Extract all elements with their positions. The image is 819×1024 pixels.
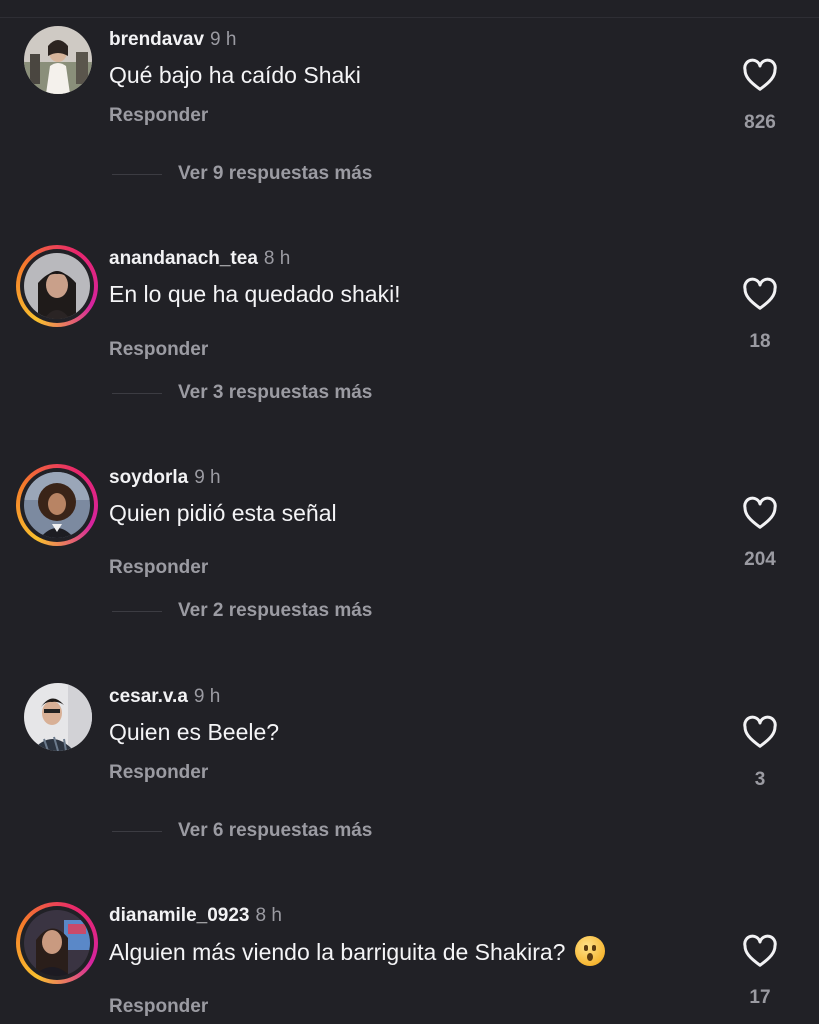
reply-button[interactable]: Responder	[109, 105, 208, 127]
heart-icon	[743, 715, 777, 748]
avatar-with-story-ring[interactable]	[16, 245, 98, 327]
like-count: 826	[744, 112, 776, 133]
avatar-image	[24, 472, 90, 538]
reply-button[interactable]: Responder	[109, 762, 208, 784]
reply-thread-line	[112, 173, 162, 175]
timestamp: 9 h	[194, 467, 221, 488]
like-count: 17	[749, 987, 771, 1008]
like-button[interactable]	[737, 934, 783, 968]
username[interactable]: cesar.v.a	[109, 686, 188, 707]
like-button[interactable]	[737, 715, 783, 749]
comment-text: Alguien más viendo la barriguita de Shak…	[109, 936, 606, 967]
heart-icon	[743, 934, 777, 967]
reply-button[interactable]: Responder	[109, 557, 208, 579]
username[interactable]: brendavav	[109, 29, 204, 50]
comment-item: cesar.v.a 9 h Quien es Beele? Responder 3…	[0, 675, 819, 875]
comment-header: dianamile_0923 8 h	[109, 904, 282, 928]
comment-text: Quien es Beele?	[109, 719, 280, 745]
like-button[interactable]	[737, 496, 783, 530]
reply-thread-line	[112, 610, 162, 612]
heart-icon	[743, 496, 777, 529]
comment-item: soydorla 9 h Quien pidió esta señal Respo…	[0, 456, 819, 656]
avatar-image	[24, 910, 90, 976]
view-more-replies[interactable]: Ver 2 respuestas más	[112, 600, 372, 622]
avatar-image	[24, 26, 92, 94]
username[interactable]: soydorla	[109, 467, 188, 488]
reply-thread-line	[112, 392, 162, 394]
comment-header: anandanach_tea 8 h	[109, 247, 290, 271]
view-more-replies-label: Ver 9 respuestas más	[178, 163, 373, 184]
comment-header: brendavav 9 h	[109, 28, 236, 52]
hushed-face-emoji	[575, 936, 606, 966]
like-count: 18	[749, 331, 771, 352]
heart-icon	[743, 58, 777, 91]
timestamp: 9 h	[210, 29, 237, 50]
comment-header: soydorla 9 h	[109, 466, 221, 490]
avatar-with-story-ring[interactable]	[16, 464, 98, 546]
reply-thread-line	[112, 830, 162, 832]
like-button[interactable]	[737, 58, 783, 92]
timestamp: 8 h	[263, 248, 291, 269]
comment-text-body: Alguien más viendo la barriguita de Shak…	[109, 939, 566, 965]
comment-text: En lo que ha quedado shaki!	[109, 281, 401, 307]
comment-item: anandanach_tea 8 h En lo que ha quedado s…	[0, 237, 819, 437]
view-more-replies[interactable]: Ver 9 respuestas más	[112, 163, 372, 185]
comment-text: Quien pidió esta señal	[109, 500, 337, 526]
view-more-replies-label: Ver 6 respuestas más	[178, 820, 373, 841]
avatar[interactable]	[24, 26, 92, 94]
view-more-replies[interactable]: Ver 6 respuestas más	[112, 820, 372, 842]
view-more-replies-label: Ver 2 respuestas más	[178, 600, 373, 621]
username[interactable]: anandanach_tea	[109, 248, 258, 269]
comment-header: cesar.v.a 9 h	[109, 685, 220, 709]
like-count: 3	[754, 769, 766, 790]
comment-item: dianamile_0923 8 h Alguien más viendo la …	[0, 894, 819, 1024]
avatar-with-story-ring[interactable]	[16, 902, 98, 984]
avatar-image	[24, 683, 92, 751]
reply-button[interactable]: Responder	[109, 339, 208, 361]
heart-icon	[743, 277, 777, 310]
avatar[interactable]	[24, 683, 92, 751]
like-button[interactable]	[737, 277, 783, 311]
reply-button[interactable]: Responder	[109, 996, 208, 1018]
avatar-image	[24, 253, 90, 319]
username[interactable]: dianamile_0923	[109, 905, 249, 926]
timestamp: 8 h	[255, 905, 282, 926]
view-more-replies[interactable]: Ver 3 respuestas más	[112, 382, 372, 404]
comment-item: brendavav 9 h Qué bajo ha caído Shaki Res…	[0, 18, 819, 218]
view-more-replies-label: Ver 3 respuestas más	[178, 382, 373, 403]
comment-text: Qué bajo ha caído Shaki	[109, 62, 361, 88]
timestamp: 9 h	[193, 686, 221, 707]
like-count: 204	[744, 549, 776, 570]
